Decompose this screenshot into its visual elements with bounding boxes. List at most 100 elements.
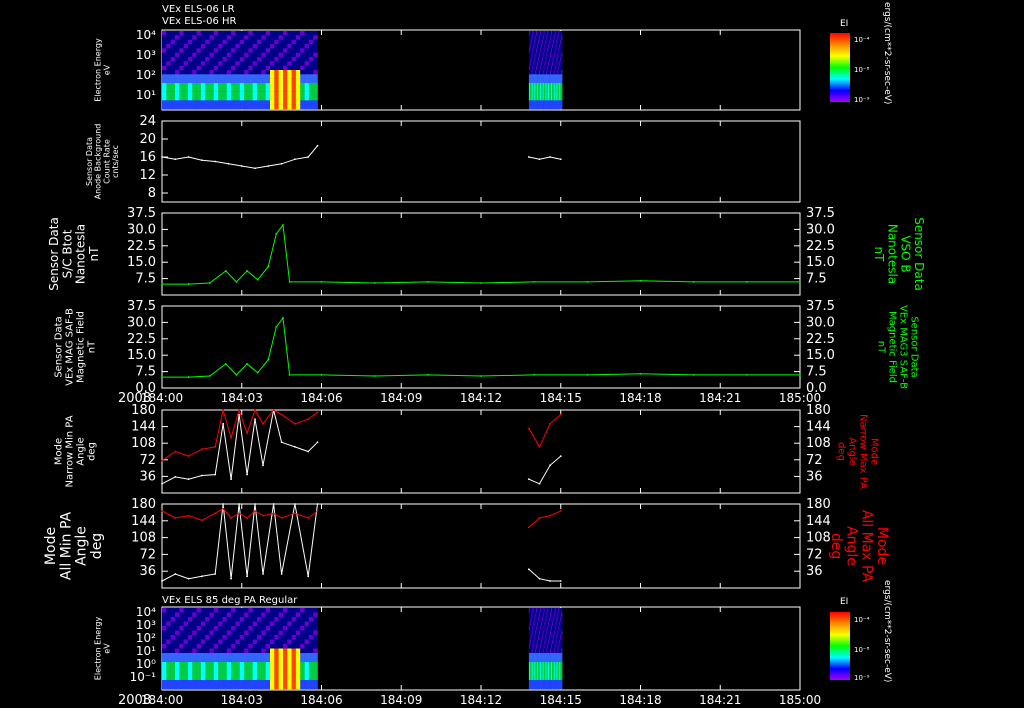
heatmap-cell [235, 639, 240, 645]
heatmap-cell [313, 648, 318, 654]
heatmap-cell [561, 96, 563, 101]
heatmap-cell [261, 104, 266, 110]
heatmap-cell [179, 608, 184, 613]
heatmap-cell [313, 91, 318, 97]
heatmap-cell [175, 621, 180, 627]
heatmap-cell [304, 639, 310, 645]
heatmap-cell [235, 39, 240, 45]
heatmap-cell [257, 39, 262, 45]
data-point [294, 503, 296, 505]
heatmap-cell [248, 626, 253, 631]
heatmap-cell [561, 608, 563, 613]
heatmap-cell [222, 635, 228, 640]
heatmap-cell [162, 635, 167, 640]
heatmap-cell [226, 608, 232, 613]
heatmap-cell [261, 39, 266, 45]
heatmap-cell [162, 675, 167, 681]
heatmap-cell [187, 87, 193, 92]
heatmap-cell [235, 608, 240, 613]
x-tick-label: 185:00 [779, 693, 821, 707]
heatmap-cell [231, 617, 236, 622]
heatmap-cell [261, 83, 266, 88]
heatmap-cell [561, 70, 563, 75]
heatmap-cell [313, 662, 318, 667]
heatmap-cell [257, 74, 262, 79]
heatmap-cell [265, 52, 271, 58]
heatmap-cell [226, 630, 232, 636]
heatmap-cell [162, 61, 167, 66]
heatmap-cell [209, 44, 215, 49]
heatmap-cell [162, 626, 167, 631]
heatmap-cell [179, 612, 184, 618]
heatmap-cell [226, 675, 232, 681]
data-point [282, 224, 284, 226]
data-point [280, 573, 283, 575]
heatmap-cell [179, 48, 184, 53]
y-axis-label-line: Angle [74, 526, 90, 566]
heatmap-cell [270, 87, 275, 92]
heatmap-cell [222, 74, 228, 79]
heatmap-cell [162, 657, 167, 663]
heatmap-cell [218, 52, 223, 58]
heatmap-cell [170, 644, 176, 649]
heatmap-cell [291, 83, 297, 88]
heatmap-cell [200, 617, 206, 622]
data-point [174, 573, 177, 575]
heatmap-cell [291, 35, 297, 40]
heatmap-cell [270, 662, 275, 667]
heatmap-cell [205, 35, 210, 40]
heatmap-cell [270, 639, 275, 645]
heatmap-cell [213, 630, 219, 636]
heatmap-cell [287, 44, 292, 49]
heatmap-cell [196, 44, 202, 49]
heatmap-cell [183, 639, 189, 645]
heatmap-cell [179, 65, 184, 71]
heatmap-cell [291, 644, 297, 649]
heatmap-cell [274, 662, 279, 667]
heatmap-cell [261, 617, 266, 622]
heatmap-cell [278, 31, 284, 36]
heatmap-cell [175, 74, 180, 79]
heatmap-cell [239, 608, 245, 613]
heatmap-cell [213, 684, 219, 690]
heatmap-cell [274, 87, 279, 92]
heatmap-cell [239, 635, 245, 640]
heatmap-cell [244, 617, 249, 622]
heatmap-cell [304, 626, 310, 631]
heatmap-cell [291, 648, 297, 654]
data-point [256, 278, 259, 281]
heatmap-cell [287, 635, 292, 640]
heatmap-cell [257, 657, 262, 663]
heatmap-cell [187, 65, 193, 71]
heatmap-cell [252, 78, 258, 84]
heatmap-cell [192, 104, 197, 110]
heatmap-cell [209, 657, 215, 663]
heatmap-cell [308, 644, 314, 649]
heatmap-cell [313, 639, 318, 645]
heatmap-cell [313, 87, 318, 92]
heatmap-cell [561, 31, 563, 36]
heatmap-cell [313, 644, 318, 649]
heatmap-cell [235, 100, 240, 105]
heatmap-cell [295, 87, 301, 92]
heatmap-cell [265, 626, 271, 631]
heatmap-cell [291, 104, 297, 110]
data-point [161, 283, 163, 285]
heatmap-cell [183, 684, 189, 690]
heatmap-cell [200, 61, 206, 66]
heatmap-cell [300, 91, 305, 97]
heatmap-cell [209, 100, 215, 105]
heatmap-cell [205, 44, 210, 49]
heatmap-cell [300, 630, 305, 636]
heatmap-cell [291, 675, 297, 681]
heatmap-cell [300, 644, 305, 649]
heatmap-cell [300, 70, 305, 75]
heatmap-cell [261, 666, 266, 672]
heatmap-cell [222, 91, 228, 97]
heatmap-cell [200, 44, 206, 49]
heatmap-cell [287, 57, 292, 62]
heatmap-cell [257, 44, 262, 49]
heatmap-cell [226, 48, 232, 53]
heatmap-cell [226, 653, 232, 658]
heatmap-cell [278, 626, 284, 631]
